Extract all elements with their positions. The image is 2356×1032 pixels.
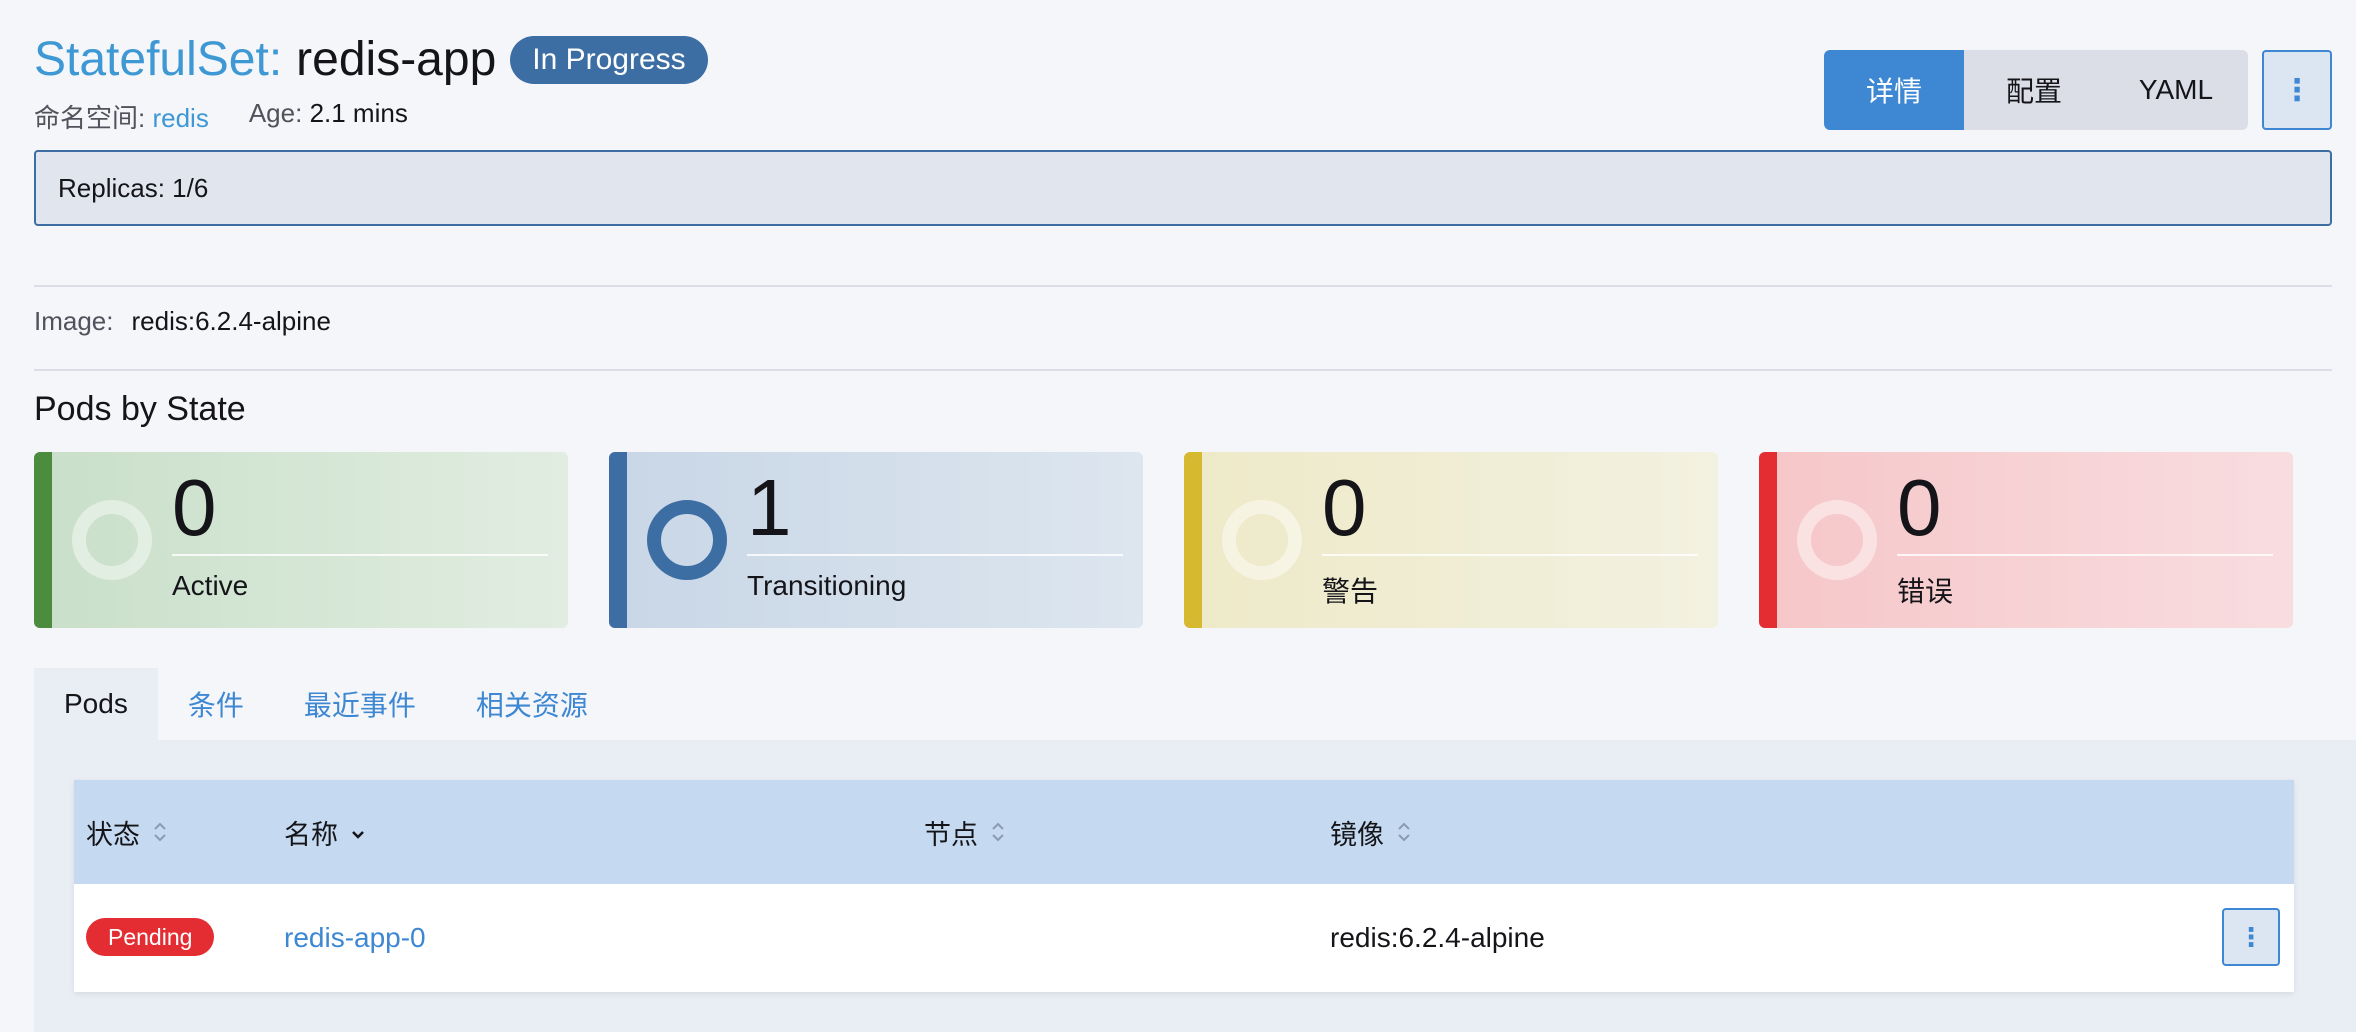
column-header-name[interactable]: 名称 <box>284 780 366 884</box>
table-row: Pending redis-app-0 redis:6.2.4-alpine <box>74 884 2294 992</box>
state-card-warning[interactable]: 0 警告 <box>1184 452 1718 628</box>
pods-by-state-title: Pods by State <box>34 390 246 428</box>
resource-tabs: Pods 条件 最近事件 相关资源 <box>34 668 618 740</box>
divider <box>34 369 2332 371</box>
image-label: Image: <box>34 306 114 336</box>
state-card-error[interactable]: 0 错误 <box>1759 452 2293 628</box>
state-count: 0 <box>1322 463 1367 552</box>
state-bar <box>609 452 627 628</box>
image-info: Image: redis:6.2.4-alpine <box>34 306 331 337</box>
column-header-image[interactable]: 镜像 <box>1330 780 1412 884</box>
tab-pods[interactable]: Pods <box>34 668 158 740</box>
divider <box>172 554 548 556</box>
detail-view-button[interactable]: 详情 <box>1824 50 1964 130</box>
state-card-transitioning[interactable]: 1 Transitioning <box>609 452 1143 628</box>
state-label: 错误 <box>1897 576 1954 607</box>
state-card-active[interactable]: 0 Active <box>34 452 568 628</box>
resource-type-label: StatefulSet: <box>34 33 283 86</box>
yaml-view-button[interactable]: YAML <box>2104 50 2248 130</box>
resource-meta: 命名空间: redis Age: 2.1 mins <box>34 98 408 135</box>
namespace-label: 命名空间: <box>34 103 146 133</box>
pod-name-link[interactable]: redis-app-0 <box>284 922 426 954</box>
divider <box>1322 554 1698 556</box>
namespace-info: 命名空间: redis <box>34 98 209 135</box>
view-mode-toggle: 详情 配置 YAML <box>1824 50 2248 130</box>
age-label: Age: <box>248 98 303 128</box>
replicas-banner: Replicas: 1/6 <box>34 150 2332 226</box>
age-info: Age: 2.1 mins <box>249 98 408 135</box>
table-header: 状态 名称 节点 镜像 <box>74 780 2294 884</box>
actions-menu-button[interactable]: ⋮ <box>2262 50 2332 130</box>
state-bar <box>34 452 52 628</box>
config-view-button[interactable]: 配置 <box>1964 50 2104 130</box>
tab-related-resources[interactable]: 相关资源 <box>446 668 618 740</box>
age-value: 2.1 mins <box>309 98 408 128</box>
state-label: Transitioning <box>747 570 907 601</box>
pending-status-badge: Pending <box>86 918 215 956</box>
column-label: 状态 <box>86 819 140 850</box>
ring-icon <box>1797 500 1877 580</box>
tab-conditions[interactable]: 条件 <box>158 668 274 740</box>
sort-icon <box>990 820 1006 844</box>
pods-table: 状态 名称 节点 镜像 Pending redis-app-0 redis:6.… <box>74 780 2294 992</box>
column-label: 名称 <box>284 819 338 850</box>
state-label: Active <box>172 570 249 601</box>
resource-name: redis-app <box>296 33 497 86</box>
state-label: 警告 <box>1322 576 1379 607</box>
status-badge: In Progress <box>510 36 708 84</box>
divider <box>34 285 2332 287</box>
column-label: 镜像 <box>1330 819 1384 850</box>
divider <box>1897 554 2273 556</box>
state-bar <box>1759 452 1777 628</box>
tab-recent-events[interactable]: 最近事件 <box>274 668 446 740</box>
replicas-text: Replicas: 1/6 <box>58 172 209 203</box>
state-count: 1 <box>747 463 792 552</box>
column-label: 节点 <box>924 819 978 850</box>
ring-icon <box>1222 500 1302 580</box>
state-bar <box>1184 452 1202 628</box>
state-count: 0 <box>1897 463 1942 552</box>
ring-icon <box>72 500 152 580</box>
sort-down-icon <box>350 820 366 844</box>
sort-icon <box>1396 820 1412 844</box>
ring-icon <box>647 500 727 580</box>
column-header-node[interactable]: 节点 <box>924 780 1006 884</box>
kebab-icon: ⋮ <box>2238 921 2264 952</box>
sort-icon <box>152 820 168 844</box>
row-actions-button[interactable]: ⋮ <box>2222 908 2280 966</box>
page-header: StatefulSet: redis-app In Progress <box>34 30 708 90</box>
divider <box>747 554 1123 556</box>
kebab-icon: ⋮ <box>2282 73 2312 107</box>
pod-image: redis:6.2.4-alpine <box>1330 922 1545 953</box>
column-header-state[interactable]: 状态 <box>86 780 168 884</box>
state-count: 0 <box>172 463 217 552</box>
image-value: redis:6.2.4-alpine <box>131 306 331 336</box>
namespace-link[interactable]: redis <box>152 103 208 133</box>
